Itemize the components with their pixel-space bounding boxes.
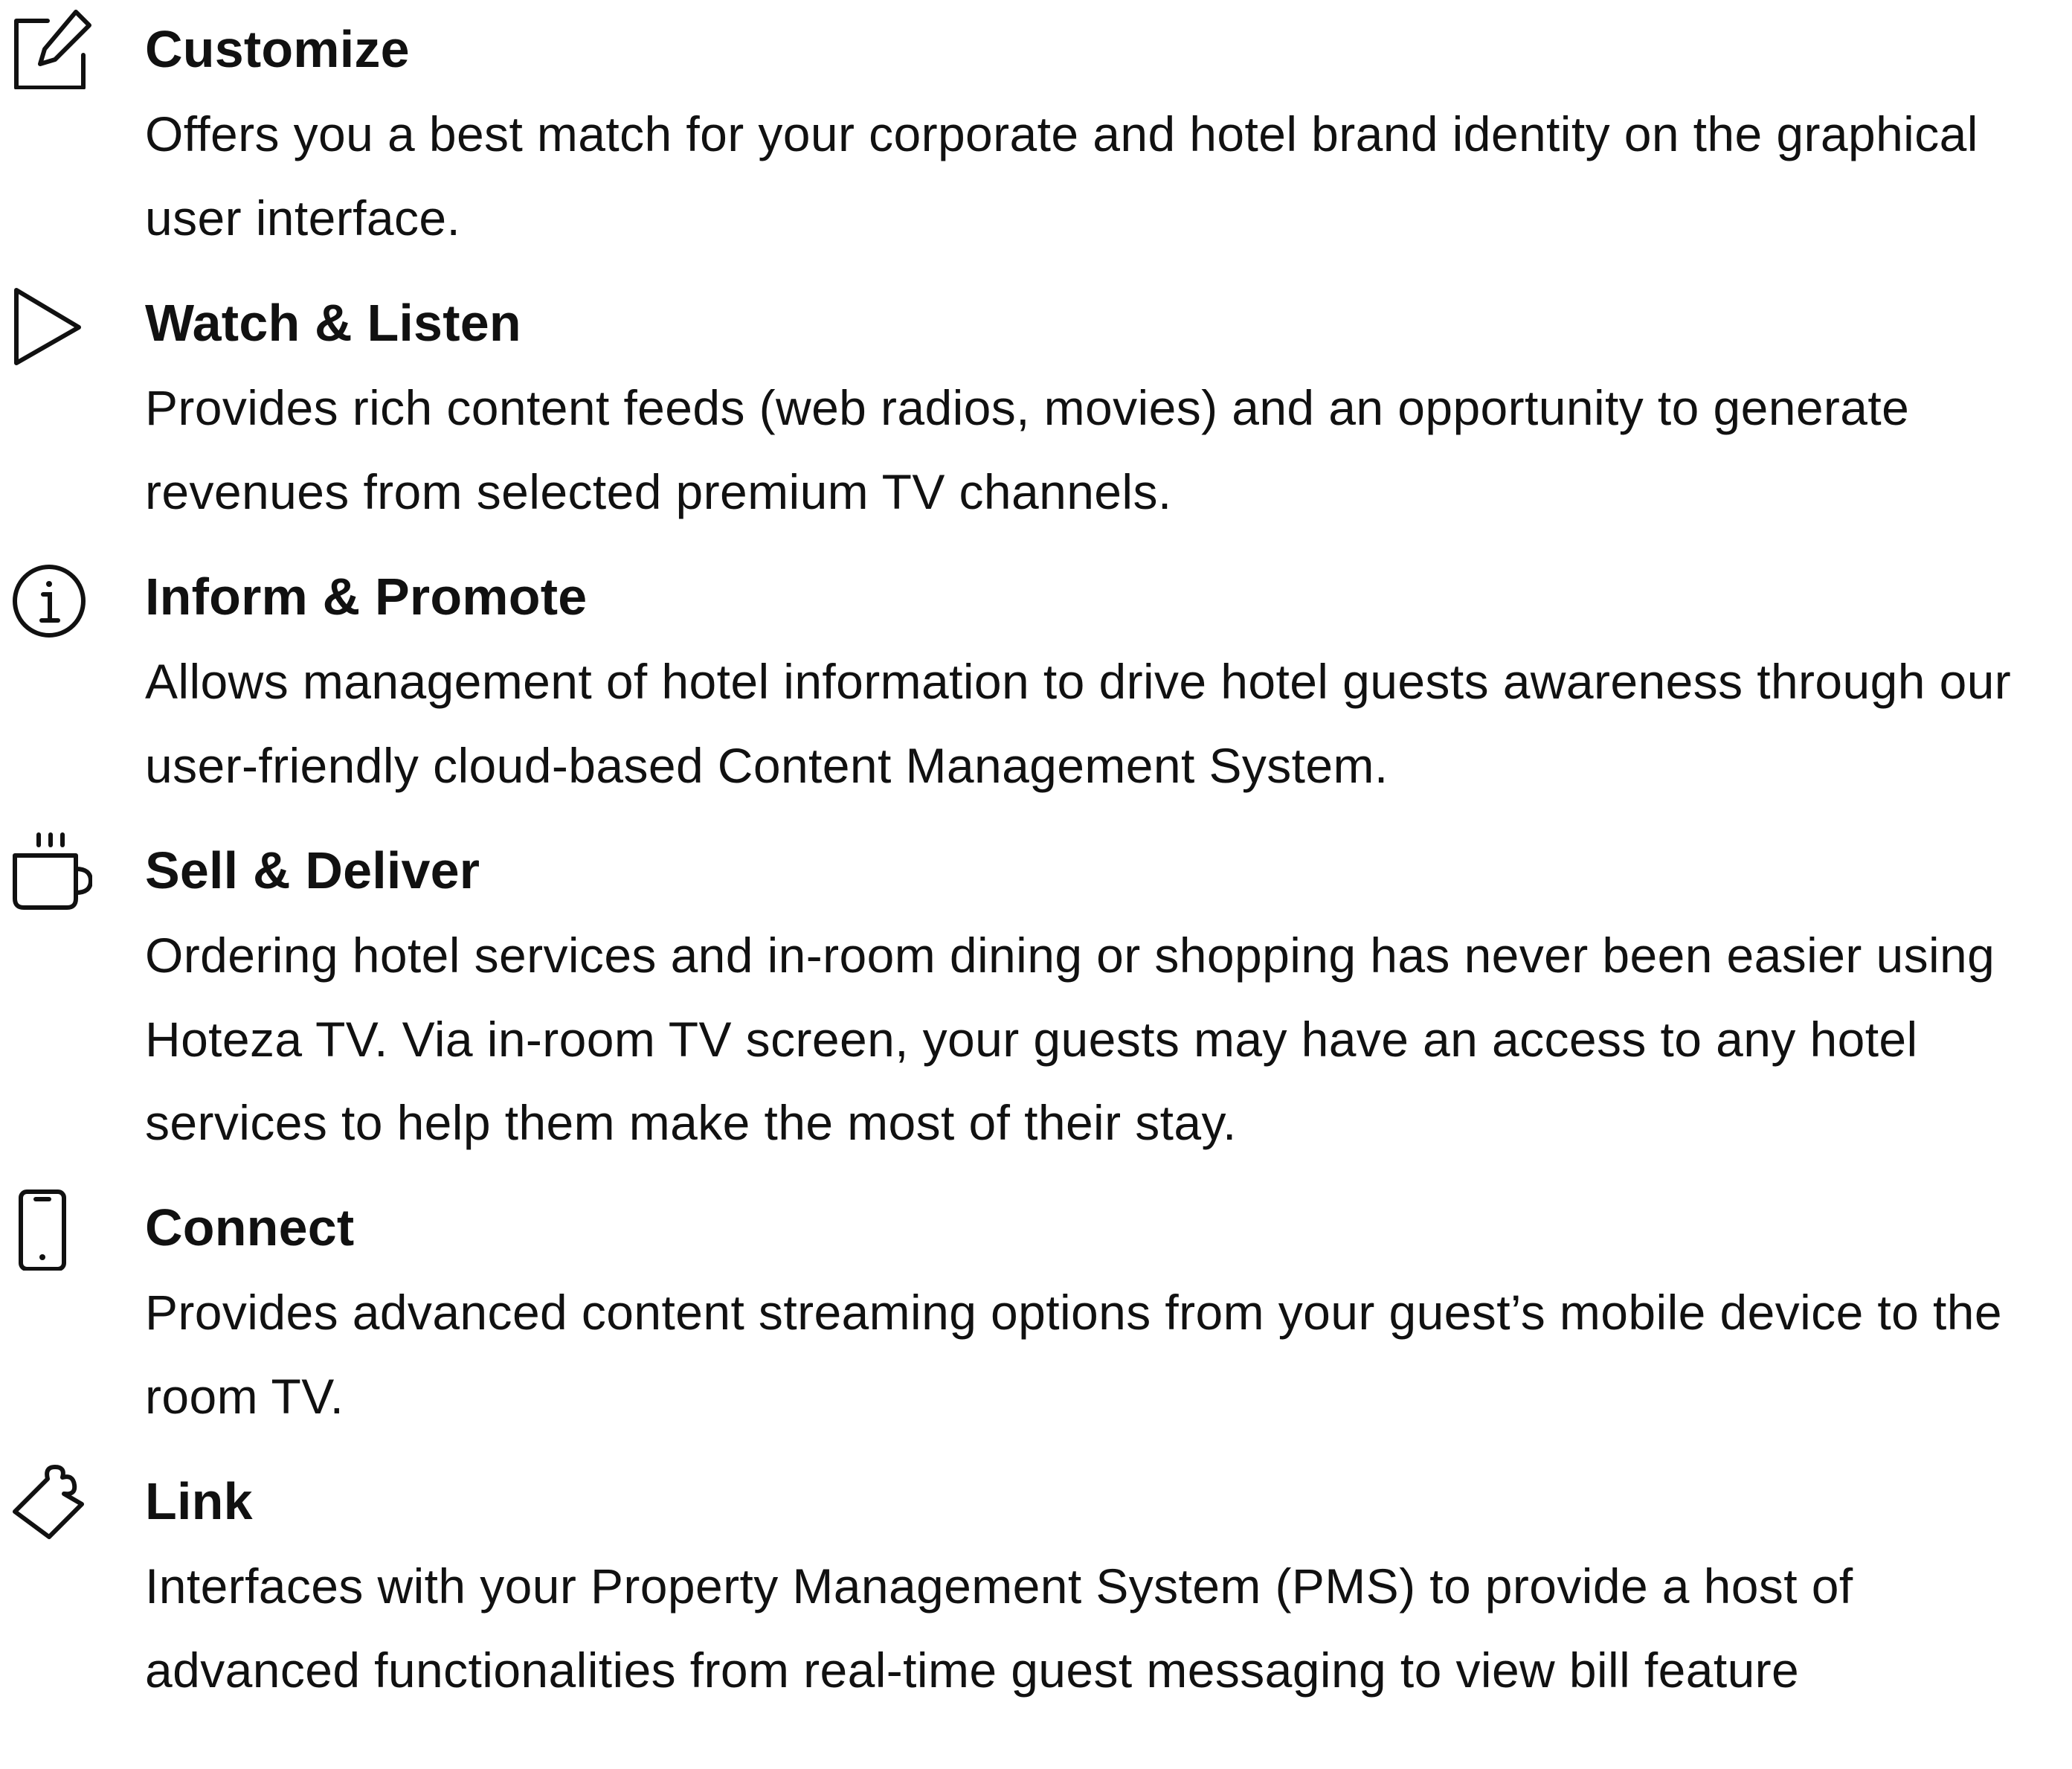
smartphone-icon <box>10 1189 92 1271</box>
feature-description: Provides rich content feeds (web radios,… <box>145 380 1910 519</box>
feature-title: Sell & Deliver <box>145 841 480 899</box>
edit-icon <box>10 7 92 89</box>
feature-description: Provides advanced content streaming opti… <box>145 1285 2002 1424</box>
coffee-cup-icon <box>10 832 92 914</box>
feature-description: Ordering hotel services and in-room dini… <box>145 928 1995 1150</box>
info-icon <box>10 559 92 641</box>
feature-title: Inform & Promote <box>145 568 588 626</box>
feature-description: Offers you a best match for your corpora… <box>145 106 1978 245</box>
puzzle-piece-icon <box>10 1463 92 1544</box>
feature-title: Connect <box>145 1198 355 1256</box>
play-icon <box>10 286 92 367</box>
feature-title: Customize <box>145 20 410 78</box>
feature-title: Link <box>145 1472 253 1530</box>
feature-description: Allows management of hotel information t… <box>145 654 2012 793</box>
feature-description: Interfaces with your Property Management… <box>145 1558 1853 1698</box>
feature-title: Watch & Listen <box>145 294 521 352</box>
